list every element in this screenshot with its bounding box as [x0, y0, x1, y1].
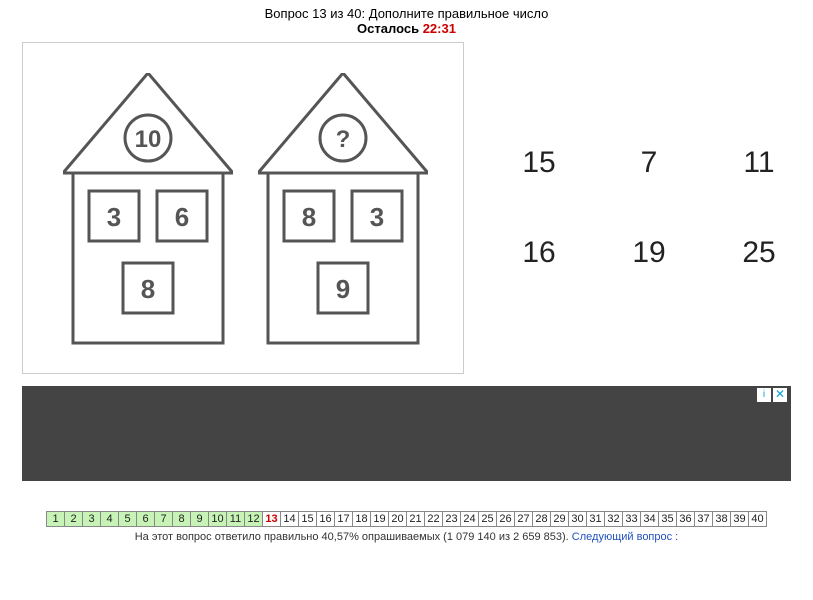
nav-question-20[interactable]: 20 — [388, 511, 407, 527]
nav-question-29[interactable]: 29 — [550, 511, 569, 527]
nav-question-12[interactable]: 12 — [244, 511, 263, 527]
house-right-box-tr: 3 — [370, 202, 384, 232]
nav-question-1[interactable]: 1 — [46, 511, 65, 527]
house-right-box-tl: 8 — [302, 202, 316, 232]
answer-option[interactable]: 19 — [604, 213, 694, 293]
timer-value: 22:31 — [423, 21, 456, 36]
answer-options: 15 7 11 16 19 25 — [494, 123, 804, 293]
nav-question-8[interactable]: 8 — [172, 511, 191, 527]
nav-question-18[interactable]: 18 — [352, 511, 371, 527]
nav-question-4[interactable]: 4 — [100, 511, 119, 527]
nav-question-22[interactable]: 22 — [424, 511, 443, 527]
nav-question-23[interactable]: 23 — [442, 511, 461, 527]
nav-question-17[interactable]: 17 — [334, 511, 353, 527]
house-right: ? 8 3 9 — [258, 73, 428, 348]
nav-question-9[interactable]: 9 — [190, 511, 209, 527]
nav-question-31[interactable]: 31 — [586, 511, 605, 527]
timer-line: Осталось 22:31 — [0, 21, 813, 36]
answer-option[interactable]: 15 — [494, 123, 584, 203]
nav-question-7[interactable]: 7 — [154, 511, 173, 527]
nav-question-16[interactable]: 16 — [316, 511, 335, 527]
nav-question-5[interactable]: 5 — [118, 511, 137, 527]
nav-question-27[interactable]: 27 — [514, 511, 533, 527]
nav-question-38[interactable]: 38 — [712, 511, 731, 527]
puzzle-image: 10 3 6 8 ? 8 3 9 — [22, 42, 464, 374]
house-left-box-tr: 6 — [175, 202, 189, 232]
question-header: Вопрос 13 из 40: Дополните правильное чи… — [0, 0, 813, 21]
nav-question-6[interactable]: 6 — [136, 511, 155, 527]
nav-question-36[interactable]: 36 — [676, 511, 695, 527]
nav-question-11[interactable]: 11 — [226, 511, 245, 527]
nav-question-13[interactable]: 13 — [262, 511, 281, 527]
nav-question-14[interactable]: 14 — [280, 511, 299, 527]
answer-option[interactable]: 7 — [604, 123, 694, 203]
nav-question-10[interactable]: 10 — [208, 511, 227, 527]
nav-question-34[interactable]: 34 — [640, 511, 659, 527]
nav-question-2[interactable]: 2 — [64, 511, 83, 527]
timer-label: Осталось — [357, 21, 423, 36]
nav-question-37[interactable]: 37 — [694, 511, 713, 527]
nav-question-30[interactable]: 30 — [568, 511, 587, 527]
question-nav: 1234567891011121314151617181920212223242… — [0, 511, 813, 527]
answer-option[interactable]: 16 — [494, 213, 584, 293]
answer-option[interactable]: 25 — [714, 213, 804, 293]
house-left-circle-value: 10 — [135, 126, 162, 153]
ad-banner[interactable]: i ✕ — [22, 386, 791, 481]
nav-question-35[interactable]: 35 — [658, 511, 677, 527]
footer-stats-text: На этот вопрос ответило правильно 40,57%… — [135, 531, 572, 543]
nav-question-15[interactable]: 15 — [298, 511, 317, 527]
next-question-link[interactable]: Следующий вопрос : — [572, 531, 678, 543]
house-left-box-b: 8 — [141, 274, 155, 304]
house-left-box-tl: 3 — [107, 202, 121, 232]
nav-question-32[interactable]: 32 — [604, 511, 623, 527]
ad-close-icon[interactable]: ✕ — [773, 388, 787, 402]
nav-question-33[interactable]: 33 — [622, 511, 641, 527]
ad-info-icon[interactable]: i — [757, 388, 771, 402]
nav-question-19[interactable]: 19 — [370, 511, 389, 527]
nav-question-24[interactable]: 24 — [460, 511, 479, 527]
nav-question-28[interactable]: 28 — [532, 511, 551, 527]
house-left: 10 3 6 8 — [63, 73, 233, 348]
nav-question-25[interactable]: 25 — [478, 511, 497, 527]
nav-question-40[interactable]: 40 — [748, 511, 767, 527]
house-right-box-b: 9 — [336, 274, 350, 304]
nav-question-3[interactable]: 3 — [82, 511, 101, 527]
answer-option[interactable]: 11 — [714, 123, 804, 203]
house-right-circle-value: ? — [336, 126, 351, 153]
footer-stats: На этот вопрос ответило правильно 40,57%… — [0, 531, 813, 543]
nav-question-21[interactable]: 21 — [406, 511, 425, 527]
nav-question-26[interactable]: 26 — [496, 511, 515, 527]
nav-question-39[interactable]: 39 — [730, 511, 749, 527]
